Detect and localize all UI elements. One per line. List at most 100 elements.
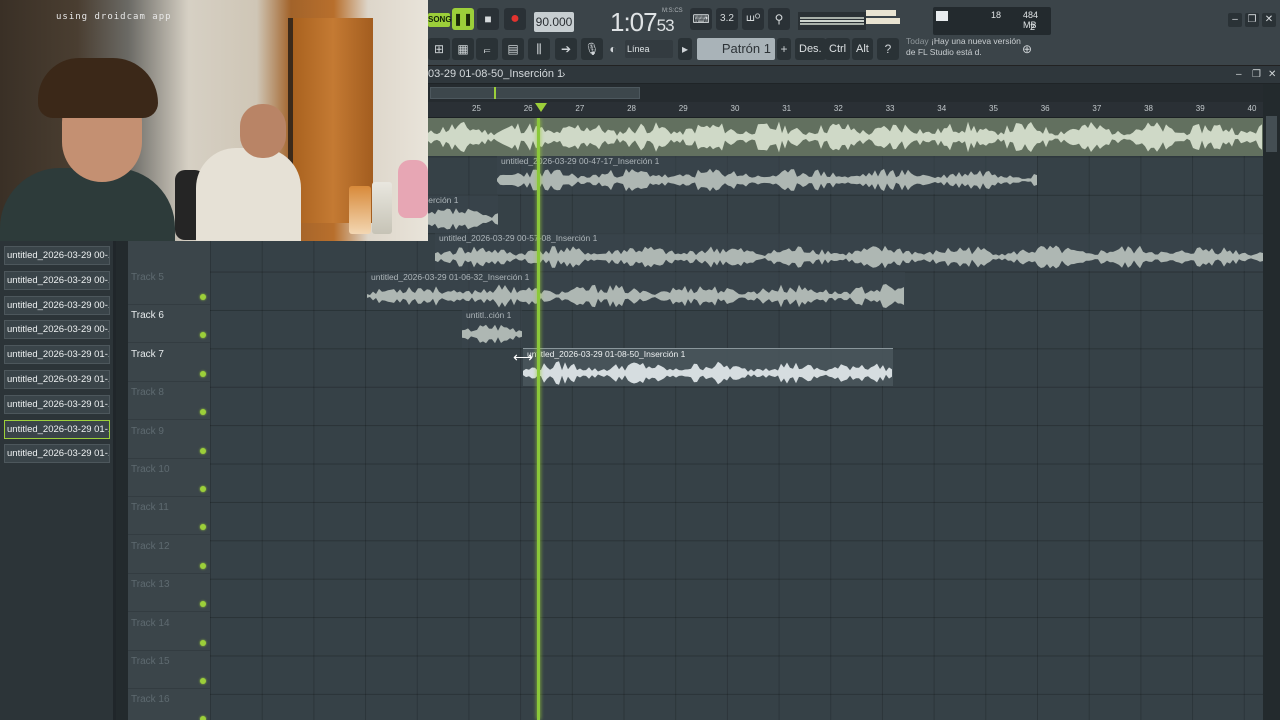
minimize-icon[interactable]: – <box>1228 13 1242 27</box>
picker-clip-item[interactable]: untitled_2026-03-29 01-... <box>4 345 110 365</box>
bar-number: 36 <box>1040 104 1050 113</box>
track-header[interactable]: Track 16 <box>128 689 210 720</box>
track-enable-led-icon[interactable] <box>200 332 206 339</box>
track-enable-led-icon[interactable] <box>200 639 206 646</box>
audio-clip[interactable]: untitled_2026-03-29 00-57-08_Inserción 1 <box>435 233 1263 271</box>
piano-roll-icon[interactable]: ⫭ <box>476 38 498 60</box>
playlist-overview-scroll[interactable] <box>428 84 1280 102</box>
track-header[interactable]: Track 7 <box>128 344 210 382</box>
add-pattern-button[interactable]: + <box>777 38 791 60</box>
playlist-restore-icon[interactable]: ❐ <box>1252 69 1261 80</box>
pattern-prev-icon[interactable]: ▸ <box>678 38 692 60</box>
clip-waveform <box>367 284 904 308</box>
overview-thumb[interactable] <box>430 87 640 99</box>
timeline-ruler[interactable]: 25 26 27 28 29 30 31 32 33 34 35 36 37 38 39 40 <box>428 102 1264 118</box>
time-main: 1:07 <box>610 7 658 37</box>
bar-number: 35 <box>989 104 998 113</box>
track-enable-led-icon[interactable] <box>200 716 206 720</box>
playlist-close-icon[interactable]: ✕ <box>1268 69 1276 80</box>
channel-rack-icon[interactable]: ▦ <box>452 38 474 60</box>
picker-clip-item[interactable]: untitled_2026-03-29 00-... <box>4 270 110 290</box>
step-edit-icon[interactable]: 3.2 <box>716 8 738 30</box>
track-enable-led-icon[interactable] <box>200 486 206 492</box>
playlist-scrollbar[interactable] <box>1263 84 1280 720</box>
overview-position <box>494 87 496 99</box>
webcam-person-1-hair <box>38 58 158 118</box>
track-header[interactable]: Track 6 <box>128 305 210 344</box>
close-icon[interactable]: ✕ <box>1262 13 1276 27</box>
browser-icon[interactable]: ▤ <box>502 38 524 60</box>
restore-icon[interactable]: ❐ <box>1245 13 1259 27</box>
picker-clip-item[interactable]: untitled_2026-03-29 01-... <box>4 394 110 414</box>
track-scrollbar[interactable] <box>116 241 128 720</box>
track-enable-led-icon[interactable] <box>200 562 206 569</box>
track-enable-led-icon[interactable] <box>200 601 206 608</box>
webcam-watermark: using droidcam app <box>56 12 172 22</box>
microphone-icon[interactable]: 🎙 <box>581 38 603 60</box>
audio-clip[interactable]: untitled_2026-03-29 01-08-50_Inserción 1 <box>523 348 893 386</box>
hint-alt-button[interactable]: Alt <box>852 38 873 60</box>
audio-clip[interactable]: untitled_2026-03-29 00-47-17_Inserción 1 <box>497 156 1037 194</box>
track-enable-led-icon[interactable] <box>200 447 206 454</box>
metronome-icon[interactable]: ⚲ <box>768 8 790 30</box>
track-name: Track 16 <box>131 694 170 706</box>
typing-keyboard-icon[interactable]: ⌨ <box>690 8 712 30</box>
mixer-icon[interactable]: ⫼ <box>528 38 550 60</box>
audio-clip[interactable]: serción 1 <box>420 195 498 233</box>
picker-clip-item[interactable]: untitled_2026-03-29 01-... <box>4 419 110 439</box>
track-enable-led-icon[interactable] <box>200 409 206 416</box>
track-name: Track 10 <box>131 464 170 475</box>
track-enable-led-icon[interactable] <box>200 370 206 377</box>
picker-clip-item[interactable]: untitled_2026-03-29 01-... <box>4 370 110 389</box>
picker-clip-item[interactable]: untitled_2026-03-29 00-... <box>4 295 110 315</box>
picker-clip-item[interactable]: untitled_2026-03-29 01-... <box>4 444 110 464</box>
playlist-icon[interactable]: ⊞ <box>428 38 450 60</box>
webcam-vase <box>398 160 428 218</box>
track-header[interactable]: Track 11 <box>128 497 210 536</box>
globe-icon[interactable]: ⊕ <box>1016 38 1038 60</box>
transport-row: SONG ❚❚ ■ ● 90.000 1:0753 M:S:CS ⌨ 3.2 ꟺ… <box>428 4 1280 37</box>
track-header[interactable]: Track 13 <box>128 574 210 613</box>
track-header[interactable]: Track 5 <box>128 267 210 305</box>
pattern-selector[interactable]: Patrón 1 <box>697 38 775 60</box>
track-enable-led-icon[interactable] <box>200 678 206 684</box>
picker-clip-item[interactable]: untitled_2026-03-29 00-... <box>4 246 110 265</box>
track-header[interactable]: Track 14 <box>128 613 210 651</box>
track-header[interactable]: Track 8 <box>128 382 210 421</box>
tools-row: ⊞ ▦ ⫭ ▤ ⫼ ➔ 🎙 ◐ Línea ▸ Patrón 1 + Des. … <box>428 36 1280 64</box>
clip-label: untitl..ción 1 <box>466 310 512 320</box>
stop-icon[interactable]: ■ <box>477 8 499 30</box>
track-name: Track 13 <box>131 579 170 591</box>
pause-icon[interactable]: ❚❚ <box>452 8 474 30</box>
clip-label: untitled_2026-03-29 00-57-08_Inserción 1 <box>439 233 598 243</box>
scroll-thumb[interactable] <box>1266 116 1277 152</box>
hint-ctrl-button[interactable]: Ctrl <box>825 38 851 60</box>
audio-clip[interactable]: untitled_2026-03-29 01-06-32_Inserción 1 <box>367 272 905 310</box>
arrow-icon[interactable]: ➔ <box>555 38 577 60</box>
countdown-icon[interactable]: ꟺᴼ <box>742 8 764 30</box>
track-enable-led-icon[interactable] <box>200 294 206 300</box>
track-name: Track 14 <box>131 617 170 629</box>
audio-clip[interactable] <box>428 118 1263 156</box>
news-panel[interactable]: Today ¡Hay una nueva versión de FL Studi… <box>906 36 1026 58</box>
track-header[interactable]: Track 15 <box>128 651 210 689</box>
title-arrow-icon[interactable]: › <box>562 69 565 80</box>
audio-clip[interactable]: untitl..ción 1 <box>462 310 522 348</box>
track-header[interactable]: Track 9 <box>128 421 210 459</box>
song-mode-badge[interactable]: SONG <box>428 13 452 27</box>
bar-number: 33 <box>885 104 895 113</box>
playlist-minimize-icon[interactable]: – <box>1236 69 1242 80</box>
snap-icon[interactable]: ◐ <box>606 38 620 60</box>
picker-clip-item[interactable]: untitled_2026-03-29 00-... <box>4 320 110 340</box>
tempo-display[interactable]: 90.000 <box>534 12 574 32</box>
track-enable-led-icon[interactable] <box>200 524 206 531</box>
clip-waveform <box>435 245 1263 269</box>
playhead-marker-icon[interactable] <box>535 103 547 112</box>
picker-panel: untitled_2026-03-29 00-... untitled_2026-… <box>0 241 116 720</box>
track-header[interactable]: Track 10 <box>128 459 210 497</box>
help-icon[interactable]: ? <box>877 38 899 60</box>
snap-select[interactable]: Línea <box>625 40 673 58</box>
track-header[interactable]: Track 12 <box>128 536 210 574</box>
hint-des-button[interactable]: Des. <box>795 38 826 60</box>
record-icon[interactable]: ● <box>504 8 526 30</box>
